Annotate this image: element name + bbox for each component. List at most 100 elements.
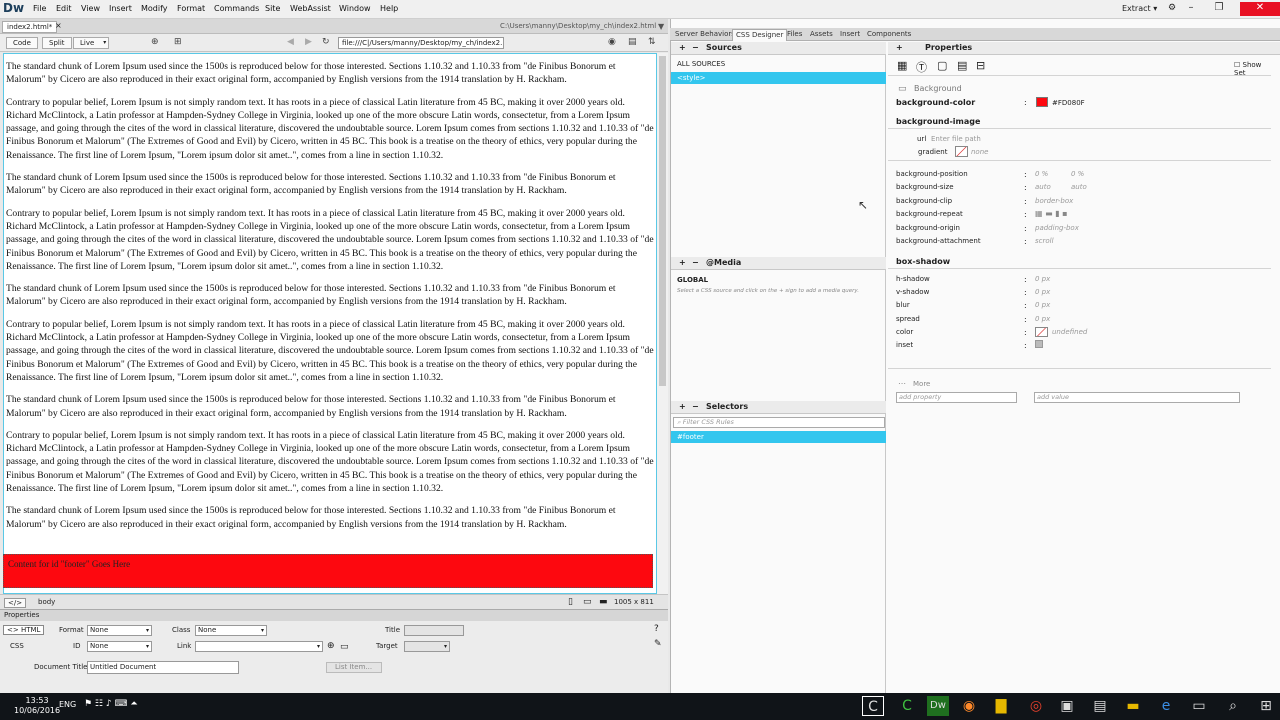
workspace-switcher[interactable]: Extract ▾ (1122, 4, 1157, 13)
menu-commands[interactable]: Commands (214, 4, 259, 13)
property-row[interactable]: background-repeat : ▦ ▬ ▮ ▪ (888, 209, 1271, 223)
menu-modify[interactable]: Modify (141, 4, 168, 13)
footer-div[interactable]: Content for id "footer" Goes Here (3, 554, 653, 588)
body-tag[interactable]: body (38, 598, 55, 606)
folder-icon[interactable]: ▬ (1122, 696, 1144, 716)
menu-file[interactable]: File (33, 4, 46, 13)
tab-css-designer[interactable]: CSS Designer (732, 29, 788, 41)
property-value[interactable]: 0 px (1035, 275, 1050, 283)
inset-toggle[interactable] (1035, 340, 1043, 348)
html-mode-button[interactable]: <> HTML (3, 625, 45, 635)
text-category-icon[interactable]: Ⓣ (916, 59, 927, 75)
source-style-item[interactable]: <style> (671, 72, 886, 84)
property-row[interactable]: background-clip : border-box (888, 197, 1271, 210)
design-view[interactable]: The standard chunk of Lorem Ipsum used s… (3, 53, 657, 594)
photos-icon[interactable]: ▣ (1056, 696, 1078, 716)
property-row[interactable]: background-attachment : scroll (888, 237, 1271, 250)
minimize-icon[interactable]: – (1180, 2, 1202, 16)
gradient-swatch[interactable] (955, 146, 968, 157)
property-row[interactable]: background-size : auto auto (888, 183, 1271, 196)
property-row[interactable]: v-shadow : 0 px (888, 288, 1271, 301)
bg-color-value[interactable]: #FD080F (1052, 99, 1085, 107)
browse-folder-icon[interactable]: ▭ (340, 642, 349, 652)
tab-files[interactable]: Files (784, 29, 805, 41)
app-icon-green[interactable]: C (896, 696, 918, 716)
url-field[interactable]: file:///C|/Users/manny/Desktop/my_ch/ind… (338, 37, 504, 49)
property-row[interactable]: background-origin : padding-box (888, 224, 1271, 237)
remove-media-icon[interactable]: − (692, 257, 699, 269)
add-media-icon[interactable]: + (679, 257, 686, 269)
all-sources-item[interactable]: ALL SOURCES (677, 60, 725, 68)
property-row[interactable]: blur : 0 px (888, 301, 1271, 314)
close-window-icon[interactable]: ✕ (1240, 2, 1280, 16)
url-input[interactable]: Enter file path (931, 135, 981, 143)
class-select[interactable]: None ▾ (195, 625, 267, 636)
property-value[interactable]: padding-box (1035, 224, 1079, 232)
layout-category-icon[interactable]: ▦ (897, 59, 907, 72)
menu-site[interactable]: Site (265, 4, 280, 13)
property-value[interactable]: scroll (1035, 237, 1054, 245)
back-icon[interactable]: ◀ (287, 37, 294, 47)
inspect-icon[interactable]: ⊕ (151, 37, 159, 47)
property-row[interactable]: color : undefined (888, 327, 1271, 341)
store-icon[interactable]: ▤ (1089, 696, 1111, 716)
property-value[interactable]: 0 px (1035, 301, 1050, 309)
live-view-button[interactable]: Live ▾ (73, 37, 110, 49)
visual-aids-icon[interactable]: ⊞ (174, 37, 182, 47)
property-value-2[interactable]: 0 % (1071, 170, 1084, 178)
property-value[interactable]: 0 px (1035, 288, 1050, 296)
title-input[interactable] (404, 625, 464, 636)
point-to-file-icon[interactable]: ⊕ (327, 641, 335, 651)
help-icon[interactable]: ? (654, 624, 659, 634)
restore-icon[interactable]: ❐ (1208, 2, 1230, 16)
property-row[interactable]: h-shadow : 0 px (888, 275, 1271, 288)
link-input[interactable]: ▾ (195, 641, 323, 652)
property-value[interactable]: 0 px (1035, 315, 1050, 323)
tablet-size-icon[interactable]: ▭ (583, 597, 592, 607)
menu-insert[interactable]: Insert (109, 4, 132, 13)
add-value-input[interactable]: add value (1034, 392, 1240, 403)
property-row[interactable]: background-position : 0 % 0 % (888, 170, 1271, 183)
filter-css-rules-input[interactable]: ⌕ Filter CSS Rules (673, 417, 885, 428)
edge-icon[interactable]: e (1155, 696, 1177, 716)
bg-color-swatch[interactable] (1036, 97, 1048, 107)
filter-icon[interactable]: ▼ (658, 22, 664, 31)
desktop-size-icon[interactable]: ▬ (599, 597, 608, 607)
property-row[interactable]: spread : 0 px (888, 315, 1271, 328)
target-select[interactable]: ▾ (404, 641, 450, 652)
file-management-icon[interactable]: ▤ (628, 37, 637, 47)
border-category-icon[interactable]: ▢ (937, 59, 947, 72)
window-size[interactable]: 1005 x 811 (614, 598, 654, 606)
firefox-icon[interactable]: ◉ (958, 696, 980, 716)
tag-selector-button[interactable]: </> (4, 598, 27, 608)
shadow-color-swatch[interactable] (1035, 327, 1048, 337)
document-title-input[interactable]: Untitled Document (87, 661, 239, 674)
add-property-icon[interactable]: + (896, 42, 903, 54)
clock[interactable]: 13:53 10/06/2016 (14, 696, 60, 716)
tab-index2[interactable]: index2.html* (2, 21, 58, 33)
remove-selector-icon[interactable]: − (692, 401, 699, 413)
menu-help[interactable]: Help (380, 4, 398, 13)
add-source-icon[interactable]: + (679, 42, 686, 54)
more-category-icon[interactable]: ⊟ (976, 59, 985, 72)
file-explorer-icon[interactable]: ▇ (990, 696, 1012, 716)
list-item-button[interactable]: List Item... (326, 662, 382, 673)
property-value[interactable]: 0 % (1035, 170, 1048, 178)
tab-components[interactable]: Components (864, 29, 914, 41)
scrollbar-thumb[interactable] (659, 56, 666, 386)
start-icon[interactable]: ⊞ (1255, 696, 1277, 716)
tab-insert[interactable]: Insert (837, 29, 863, 41)
tab-server-behaviors[interactable]: Server Behaviors (672, 29, 738, 41)
menu-webassist[interactable]: WebAssist (290, 4, 331, 13)
menu-format[interactable]: Format (177, 4, 205, 13)
preview-browser-icon[interactable]: ◉ (608, 37, 616, 47)
remove-source-icon[interactable]: − (692, 42, 699, 54)
menu-view[interactable]: View (81, 4, 100, 13)
selector-footer-item[interactable]: #footer (671, 431, 886, 443)
repeat-icons[interactable]: ▦ ▬ ▮ ▪ (1035, 209, 1068, 218)
property-value-2[interactable]: auto (1071, 183, 1087, 191)
format-select[interactable]: None ▾ (87, 625, 152, 636)
settings-icon[interactable]: ⚙ (1168, 3, 1176, 13)
system-tray-icons[interactable]: ⚑ ☷ ♪ ⌨ ⏶ (84, 699, 138, 709)
property-value[interactable]: undefined (1052, 328, 1087, 336)
